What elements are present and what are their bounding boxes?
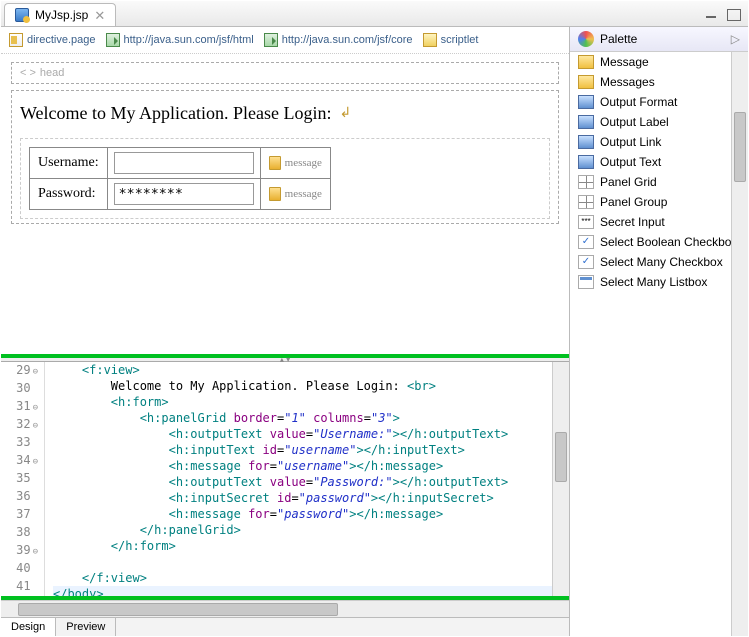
scrollbar-thumb[interactable] [555, 432, 567, 482]
maximize-icon[interactable] [726, 8, 742, 20]
password-label-cell[interactable]: Password: [30, 179, 108, 210]
palette-item[interactable]: Message [570, 52, 748, 72]
password-input[interactable] [114, 183, 254, 205]
vertical-scrollbar[interactable] [731, 52, 748, 636]
palette-list: Message Messages Output Format Output Label… [570, 52, 748, 636]
table-row: Password: message [30, 179, 331, 210]
editor-tabbar: MyJsp.jsp ✕ [1, 1, 748, 27]
component-icon [578, 195, 594, 209]
toolbar-item-directive[interactable]: directive.page [9, 33, 96, 47]
palette-item[interactable]: Output Text [570, 152, 748, 172]
component-icon [578, 275, 594, 289]
palette-item-label: Secret Input [600, 215, 665, 229]
component-icon [578, 115, 594, 129]
username-label-cell[interactable]: Username: [30, 148, 108, 179]
cursor-icon: ↲ [340, 105, 352, 122]
toolbar-item-scriptlet[interactable]: scriptlet [423, 33, 479, 47]
head-label: head [40, 67, 64, 79]
message-icon [269, 187, 281, 201]
vertical-scrollbar[interactable] [552, 362, 569, 596]
palette-icon [578, 31, 594, 47]
tab-preview[interactable]: Preview [56, 618, 116, 636]
tab-filename: MyJsp.jsp [35, 8, 88, 22]
component-icon [578, 175, 594, 189]
panel-grid[interactable]: Username: message Password: message [29, 147, 331, 210]
palette-item-label: Panel Grid [600, 175, 657, 189]
tab-design[interactable]: Design [1, 618, 56, 636]
palette-item-label: Output Link [600, 135, 661, 149]
message-icon [269, 156, 281, 170]
palette-item-label: Select Many Checkbox [600, 255, 723, 269]
component-icon [578, 215, 594, 229]
close-icon[interactable]: ✕ [94, 9, 105, 22]
component-icon [578, 95, 594, 109]
toolbar-item-jsf-html[interactable]: http://java.sun.com/jsf/html [106, 33, 254, 47]
directive-icon [9, 33, 23, 47]
editor-tab[interactable]: MyJsp.jsp ✕ [4, 3, 116, 26]
horizontal-scrollbar[interactable] [1, 600, 569, 617]
palette-item[interactable]: Select Many Checkbox [570, 252, 748, 272]
username-input[interactable] [114, 152, 254, 174]
scrollbar-thumb[interactable] [734, 112, 746, 182]
palette-item-label: Output Text [600, 155, 661, 169]
welcome-text[interactable]: Welcome to My Application. Please Login:… [20, 103, 550, 124]
design-canvas[interactable]: < > head Welcome to My Application. Plea… [1, 54, 569, 354]
head-element[interactable]: < > head [11, 62, 559, 84]
code-content[interactable]: <f:view> Welcome to My Application. Plea… [45, 362, 569, 596]
palette-item[interactable]: Messages [570, 72, 748, 92]
palette-item[interactable]: Output Link [570, 132, 748, 152]
palette-item-label: Message [600, 55, 649, 69]
chevron-right-icon[interactable]: ▷ [731, 32, 740, 46]
palette-item[interactable]: Output Format [570, 92, 748, 112]
toolbar-item-jsf-core[interactable]: http://java.sun.com/jsf/core [264, 33, 413, 47]
component-icon [578, 135, 594, 149]
palette-item[interactable]: Panel Grid [570, 172, 748, 192]
password-message[interactable]: message [269, 187, 322, 201]
component-icon [578, 75, 594, 89]
component-icon [578, 255, 594, 269]
palette-item-label: Select Boolean Checkbox [600, 235, 737, 249]
taglib-icon [106, 33, 120, 47]
palette-item[interactable]: Output Label [570, 112, 748, 132]
editor-mode-tabs: Design Preview [1, 617, 569, 636]
component-icon [578, 55, 594, 69]
line-gutter: 29⊖30 31⊖32⊖33 34⊖35 36 37 38 39⊖40 41 4… [1, 362, 45, 596]
form-container[interactable]: Username: message Password: message [20, 138, 550, 219]
palette-item[interactable]: Select Boolean Checkbox [570, 232, 748, 252]
username-message[interactable]: message [269, 156, 322, 170]
tag-icon: < > [20, 67, 36, 79]
palette-item[interactable]: Secret Input [570, 212, 748, 232]
taglib-icon [264, 33, 278, 47]
jsp-toolbar: directive.page http://java.sun.com/jsf/h… [1, 27, 569, 54]
scrollbar-thumb[interactable] [18, 603, 338, 616]
palette-item-label: Panel Group [600, 195, 667, 209]
palette-title: Palette [600, 32, 637, 46]
component-icon [578, 235, 594, 249]
palette-item[interactable]: Select Many Listbox [570, 272, 748, 292]
palette-view: Palette ▷ Message Messages Output Format Ou… [570, 27, 748, 636]
scriptlet-icon [423, 33, 437, 47]
split-sash[interactable]: ▴ ▾ [1, 354, 569, 362]
jsp-file-icon [15, 8, 29, 22]
palette-item-label: Select Many Listbox [600, 275, 707, 289]
palette-item-label: Output Label [600, 115, 669, 129]
table-row: Username: message [30, 148, 331, 179]
palette-item-label: Messages [600, 75, 655, 89]
source-editor[interactable]: 29⊖30 31⊖32⊖33 34⊖35 36 37 38 39⊖40 41 4… [1, 362, 569, 600]
palette-header[interactable]: Palette ▷ [570, 27, 748, 52]
body-element[interactable]: Welcome to My Application. Please Login:… [11, 90, 559, 224]
component-icon [578, 155, 594, 169]
palette-item-label: Output Format [600, 95, 677, 109]
minimize-icon[interactable] [704, 8, 720, 20]
palette-item[interactable]: Panel Group [570, 192, 748, 212]
